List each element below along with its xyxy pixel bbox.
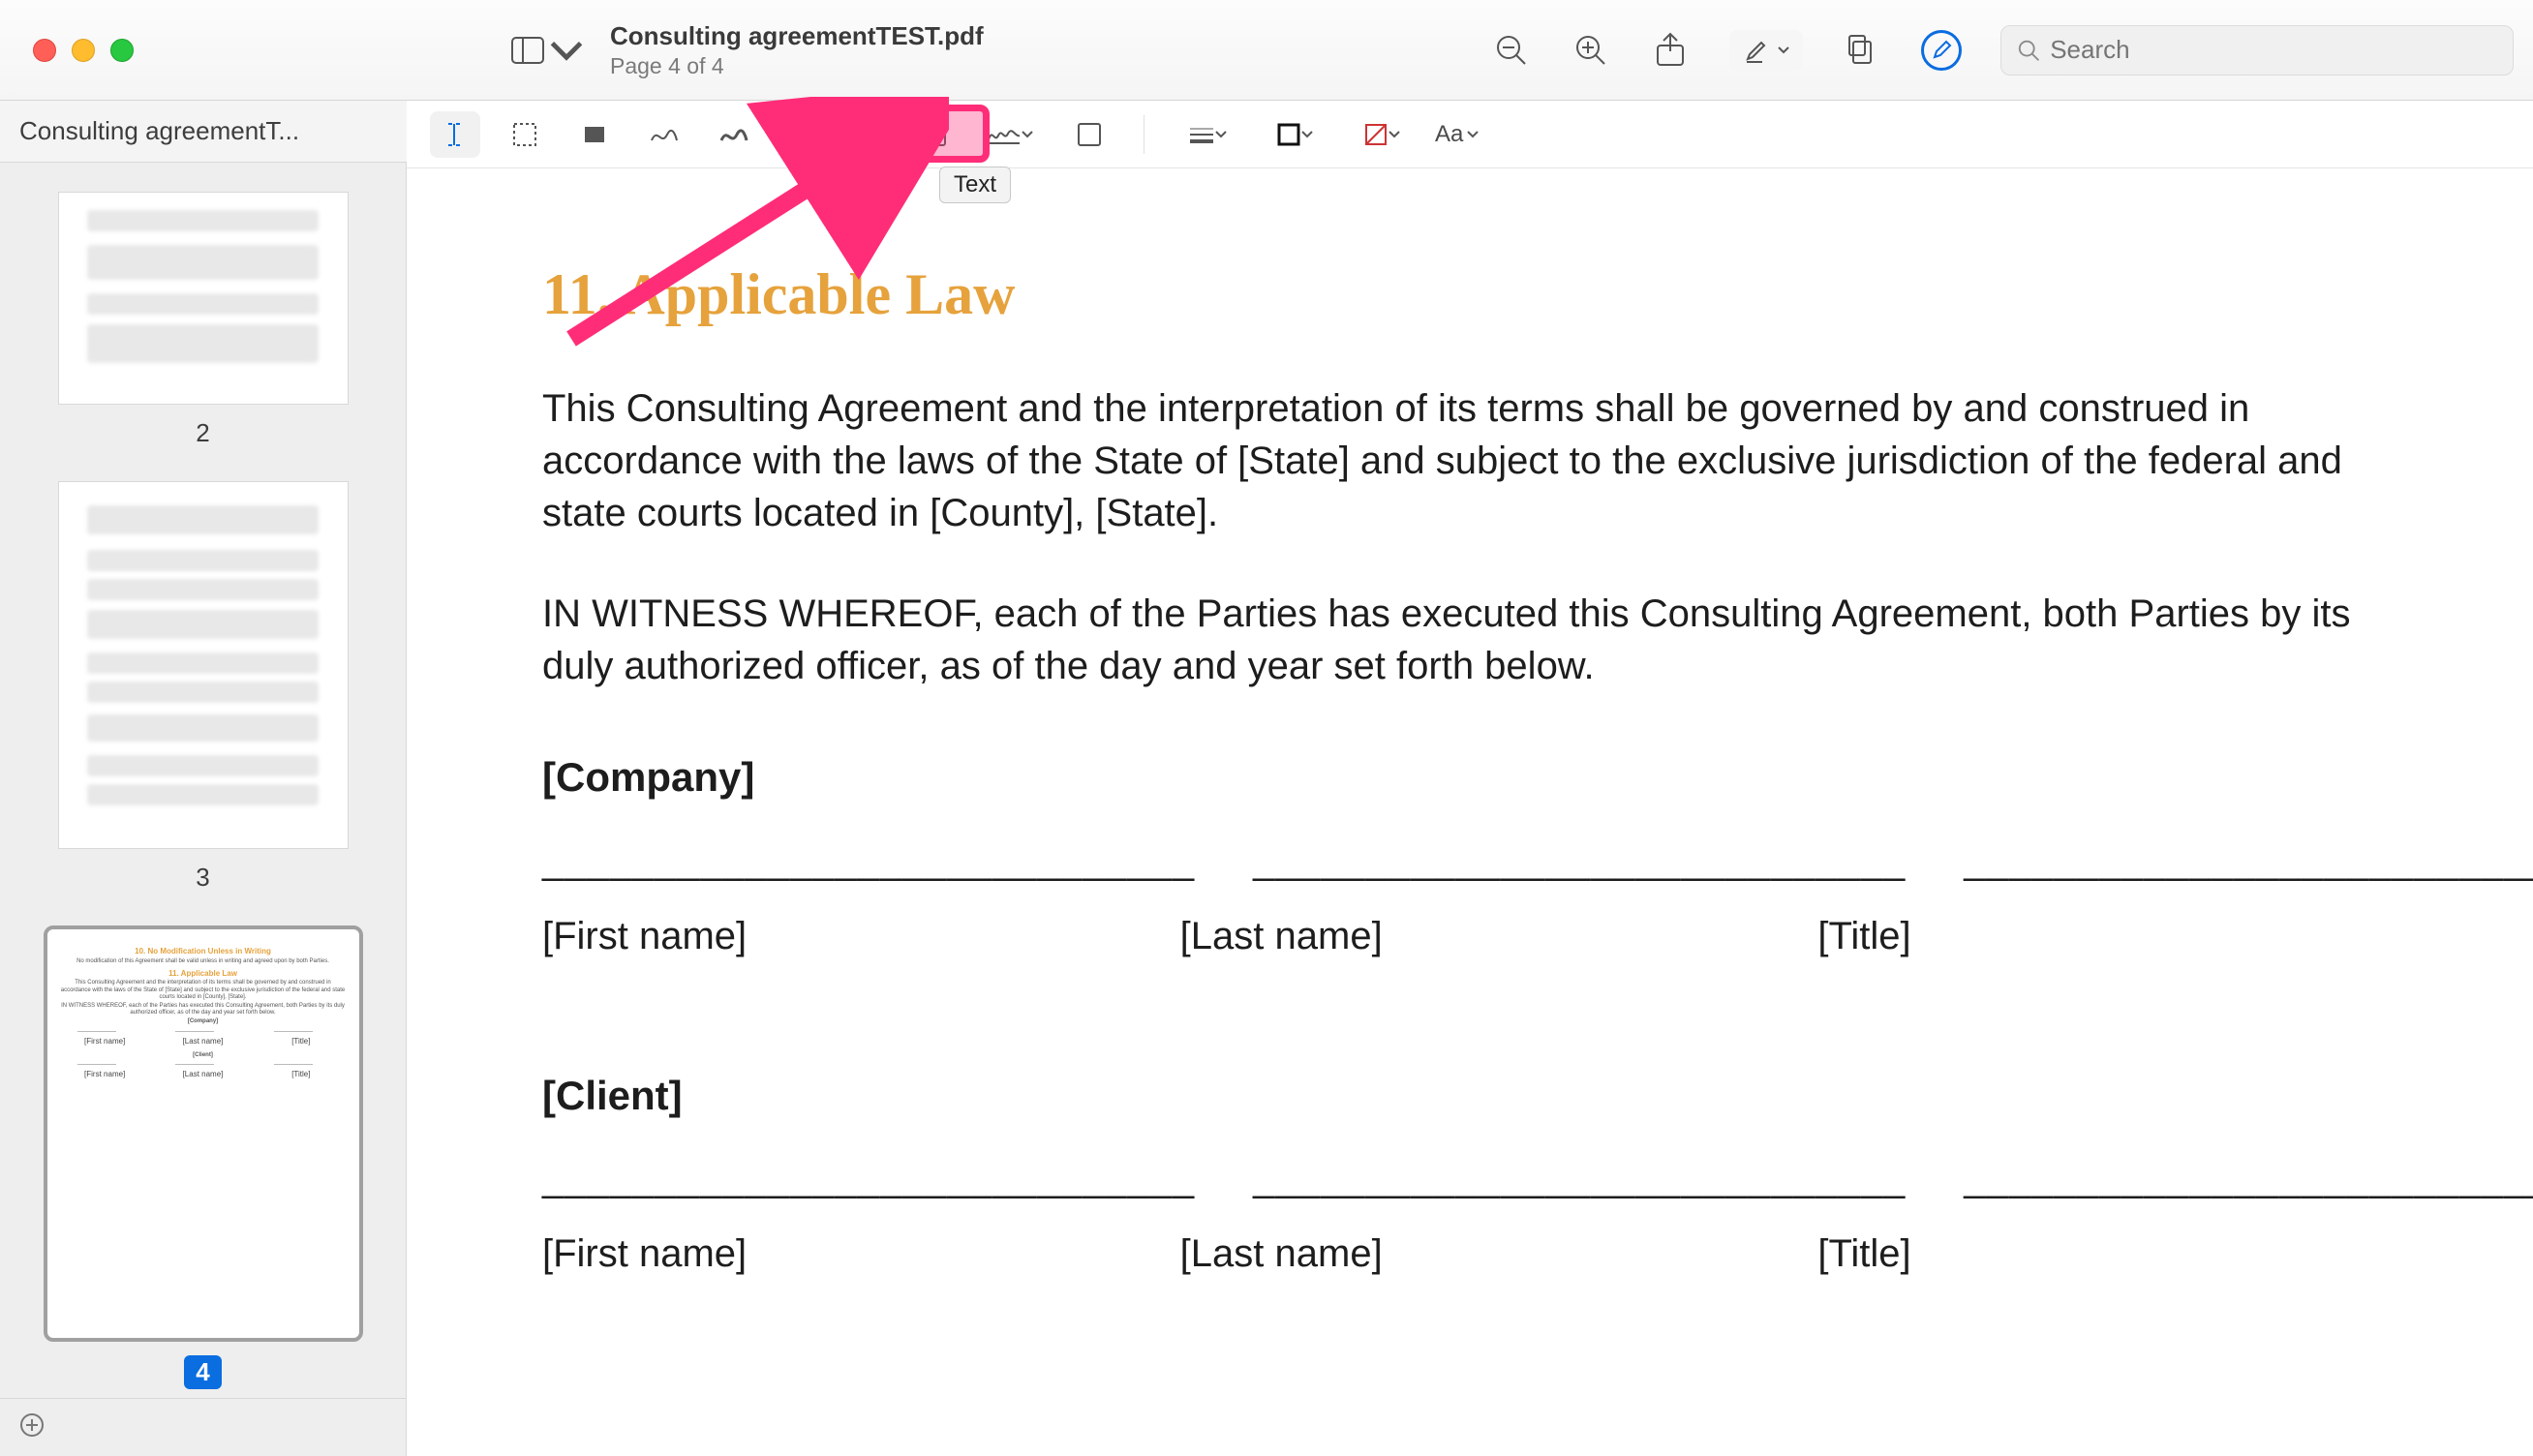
pencil-circle-icon	[1931, 40, 1952, 61]
signature-line: _____________________________	[1964, 834, 2533, 887]
thumbnail-preview-selected: 10. No Modification Unless in Writing No…	[44, 925, 363, 1342]
highlight-menu-button[interactable]	[1729, 30, 1803, 71]
tab-strip: Consulting agreementT...	[0, 101, 407, 163]
highlighter-icon	[1743, 36, 1772, 65]
signature-line: _____________________________	[542, 1152, 1195, 1204]
text-cursor-icon	[441, 120, 470, 149]
draw-tool[interactable]	[709, 111, 759, 158]
chevron-down-icon	[860, 131, 871, 138]
signature-party-label: [Client]	[542, 1069, 2397, 1124]
chevron-down-icon	[1301, 131, 1313, 138]
thumbnail-page-number: 3	[25, 863, 381, 893]
redact-icon	[581, 121, 608, 148]
zoom-in-button[interactable]	[1571, 30, 1611, 71]
window-controls	[10, 39, 134, 62]
rect-selection-tool[interactable]	[500, 111, 550, 158]
text-style-label: Aa	[1435, 121, 1463, 148]
rotate-button[interactable]	[1842, 30, 1882, 71]
body-paragraph: This Consulting Agreement and the interp…	[542, 382, 2397, 539]
signature-field-firstname: [First name]	[542, 1228, 1122, 1280]
chevron-down-icon	[1778, 46, 1789, 54]
signature-line: _____________________________	[1253, 834, 1906, 887]
thumbnails-sidebar[interactable]: 2 3 10. No Modification Unless in Writin…	[0, 163, 407, 1456]
thumbnail-page-4[interactable]: 10. No Modification Unless in Writing No…	[25, 925, 381, 1389]
line-weight-icon	[1188, 125, 1215, 144]
search-input[interactable]	[2050, 35, 2497, 65]
document-viewport[interactable]: 11. Applicable Law This Consulting Agree…	[407, 168, 2533, 1456]
thumbnail-preview	[58, 481, 349, 849]
sketch-icon	[650, 123, 679, 146]
document-title: Consulting agreementTEST.pdf	[610, 21, 984, 51]
sidebar-footer	[0, 1398, 407, 1456]
share-button[interactable]	[1650, 30, 1691, 71]
signature-field-title: [Title]	[1817, 1228, 2397, 1280]
line-weight-menu[interactable]	[1174, 111, 1241, 158]
sidebar-view-toggle[interactable]	[511, 37, 583, 64]
document-page: 11. Applicable Law This Consulting Agree…	[407, 168, 2533, 1456]
marquee-icon	[511, 121, 538, 148]
thumbnail-page-3[interactable]: 3	[25, 481, 381, 893]
shapes-icon	[833, 121, 860, 148]
close-window-button[interactable]	[33, 39, 56, 62]
tab-document[interactable]: Consulting agreementT...	[19, 116, 299, 146]
annotation-highlight-text-tool	[902, 105, 990, 163]
sketch-tool[interactable]	[639, 111, 689, 158]
chevron-down-icon	[1022, 131, 1033, 138]
text-selection-tool[interactable]	[430, 111, 480, 158]
signature-field-title: [Title]	[1817, 910, 2397, 962]
signature-field-lastname: [Last name]	[1180, 1228, 1760, 1280]
thumbnail-page-number-selected: 4	[184, 1355, 221, 1389]
fullscreen-window-button[interactable]	[110, 39, 134, 62]
thumbnail-preview	[58, 192, 349, 405]
signature-line: _____________________________	[1253, 1152, 1906, 1204]
signature-block-client: [Client] _____________________________ _…	[542, 1069, 2397, 1281]
fill-color-menu[interactable]	[1348, 111, 1416, 158]
document-title-block: Consulting agreementTEST.pdf Page 4 of 4	[610, 21, 984, 79]
search-field[interactable]	[2000, 25, 2514, 76]
stroke-color-icon	[1276, 122, 1301, 147]
stroke-color-menu[interactable]	[1261, 111, 1328, 158]
note-icon	[1076, 121, 1103, 148]
titlebar: Consulting agreementTEST.pdf Page 4 of 4	[0, 0, 2533, 101]
signature-field-firstname: [First name]	[542, 910, 1122, 962]
plus-circle-icon	[19, 1412, 45, 1438]
add-page-button[interactable]	[19, 1412, 45, 1442]
signature-icon	[987, 124, 1022, 145]
shapes-menu[interactable]	[818, 111, 886, 158]
note-tool[interactable]	[1064, 111, 1114, 158]
body-paragraph: IN WITNESS WHEREOF, each of the Parties …	[542, 588, 2397, 692]
redact-tool[interactable]	[569, 111, 620, 158]
text-style-menu[interactable]: Aa	[1435, 121, 1479, 148]
zoom-out-button[interactable]	[1491, 30, 1532, 71]
chevron-down-icon	[1215, 131, 1227, 138]
signature-block-company: [Company] _____________________________ …	[542, 750, 2397, 962]
signature-field-lastname: [Last name]	[1180, 910, 1760, 962]
chevron-down-icon	[1467, 131, 1479, 138]
section-heading: 11. Applicable Law	[542, 256, 2397, 334]
page-indicator: Page 4 of 4	[610, 53, 984, 79]
chevron-down-icon	[550, 37, 583, 64]
draw-icon	[719, 123, 748, 146]
separator	[788, 115, 789, 154]
thumbnail-page-2[interactable]: 2	[25, 192, 381, 448]
minimize-window-button[interactable]	[72, 39, 95, 62]
search-icon	[2017, 38, 2040, 63]
fill-color-icon	[1363, 122, 1389, 147]
chevron-down-icon	[1389, 131, 1400, 138]
markup-toggle-button[interactable]	[1921, 30, 1962, 71]
signature-party-label: [Company]	[542, 750, 2397, 805]
markup-toolbar: Aa	[407, 101, 2533, 168]
signature-line: _____________________________	[542, 834, 1195, 887]
tooltip-text: Text	[939, 167, 1011, 203]
signature-line: _____________________________	[1964, 1152, 2533, 1204]
thumbnail-page-number: 2	[25, 418, 381, 448]
